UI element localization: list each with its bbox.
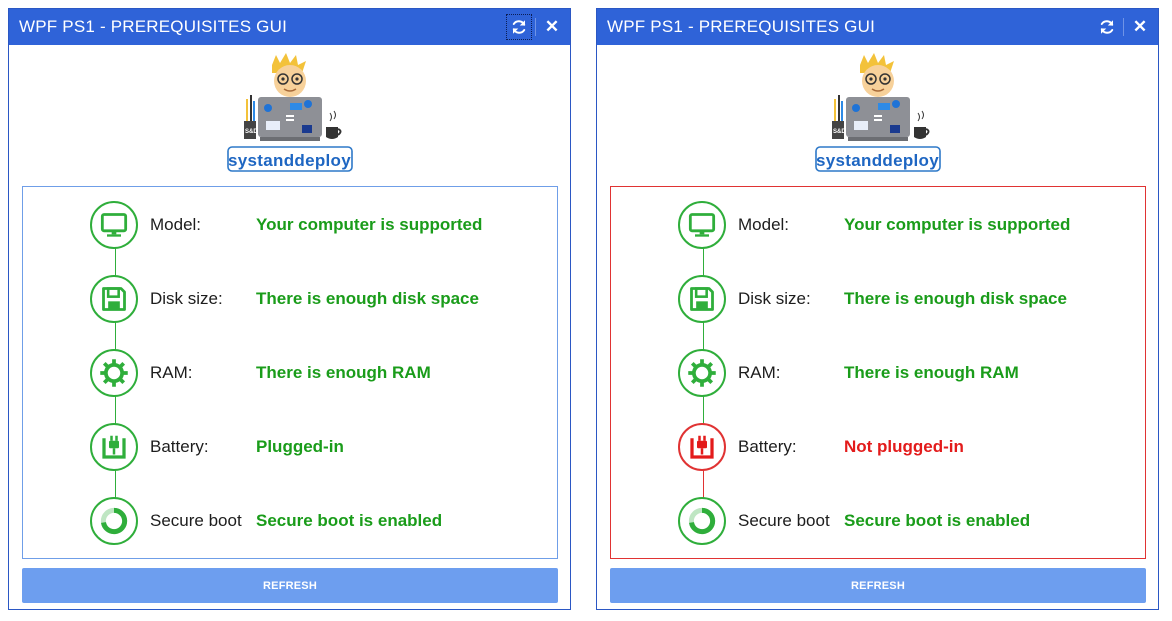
ram-status-badge (90, 349, 138, 397)
window-not-plugged: WPF PS1 - PREREQUISITES GUI ✕ S&D systan… (596, 8, 1159, 610)
window-title: WPF PS1 - PREREQUISITES GUI (19, 17, 287, 36)
check-row-battery: Battery: Not plugged-in (678, 421, 964, 473)
title-bar: WPF PS1 - PREREQUISITES GUI ✕ (597, 9, 1158, 45)
disk-status-badge (90, 275, 138, 323)
battery-status-badge (678, 423, 726, 471)
check-status: Your computer is supported (844, 215, 1071, 234)
check-label: RAM: (150, 363, 193, 382)
secure-boot-ring-icon (688, 507, 716, 535)
check-status: Secure boot is enabled (844, 511, 1031, 530)
monitor-icon (100, 213, 128, 237)
check-status: Secure boot is enabled (256, 511, 443, 530)
logo-text: systanddeploy (228, 151, 351, 170)
refresh-button[interactable]: REFRESH (610, 568, 1146, 603)
check-row-disk: Disk size: There is enough disk space (678, 273, 1067, 325)
gear-icon (100, 359, 128, 387)
refresh-icon (1100, 20, 1114, 34)
check-label: Disk size: (150, 289, 223, 308)
window-title: WPF PS1 - PREREQUISITES GUI (607, 17, 875, 36)
battery-status-badge (90, 423, 138, 471)
model-status-badge (90, 201, 138, 249)
check-label: Battery: (150, 437, 209, 456)
close-icon: ✕ (544, 17, 560, 36)
close-button[interactable]: ✕ (1126, 9, 1154, 45)
secure-boot-status-badge (90, 497, 138, 545)
check-row-secure-boot: Secure boot Secure boot is enabled (90, 495, 442, 547)
check-status: Your computer is supported (256, 215, 483, 234)
plug-icon (102, 435, 126, 459)
check-status: There is enough RAM (844, 363, 1019, 382)
title-bar: WPF PS1 - PREREQUISITES GUI ✕ (9, 9, 570, 45)
gear-icon (688, 359, 716, 387)
floppy-disk-icon (102, 287, 126, 311)
floppy-disk-icon (690, 287, 714, 311)
check-label: Model: (738, 215, 790, 234)
checks-panel: Model: Your computer is supported Disk s… (22, 186, 558, 559)
secure-boot-status-badge (678, 497, 726, 545)
logo: S&D systanddeploy (9, 51, 570, 181)
check-label: Battery: (738, 437, 797, 456)
check-label: RAM: (738, 363, 781, 382)
check-row-model: Model: Your computer is supported (678, 199, 1070, 251)
disk-status-badge (678, 275, 726, 323)
check-label: Model: (150, 215, 202, 234)
check-row-disk: Disk size: There is enough disk space (90, 273, 479, 325)
check-status: Plugged-in (256, 437, 344, 456)
check-row-battery: Battery: Plugged-in (90, 421, 344, 473)
check-label: Disk size: (738, 289, 811, 308)
svg-text:S&D: S&D (833, 129, 846, 135)
check-status: There is enough disk space (844, 289, 1067, 308)
titlebar-separator (1123, 18, 1124, 36)
titlebar-refresh-button[interactable] (1092, 9, 1122, 45)
logo: S&D systanddeploy (597, 51, 1158, 181)
monitor-icon (688, 213, 716, 237)
titlebar-refresh-button[interactable] (504, 9, 534, 45)
check-row-secure-boot: Secure boot Secure boot is enabled (678, 495, 1030, 547)
titlebar-separator (535, 18, 536, 36)
checks-panel: Model: Your computer is supported Disk s… (610, 186, 1146, 559)
check-row-ram: RAM: There is enough RAM (90, 347, 431, 399)
close-button[interactable]: ✕ (538, 9, 566, 45)
check-row-ram: RAM: There is enough RAM (678, 347, 1019, 399)
check-status: Not plugged-in (844, 437, 964, 456)
check-row-model: Model: Your computer is supported (90, 199, 482, 251)
logo-text: systanddeploy (816, 151, 939, 170)
check-label: Secure boot (150, 511, 242, 530)
refresh-icon (512, 20, 526, 34)
ram-status-badge (678, 349, 726, 397)
plug-icon (690, 435, 714, 459)
close-icon: ✕ (1132, 17, 1148, 36)
secure-boot-ring-icon (100, 507, 128, 535)
check-status: There is enough disk space (256, 289, 479, 308)
window-supported: WPF PS1 - PREREQUISITES GUI ✕ S&D systan… (8, 8, 571, 610)
check-status: There is enough RAM (256, 363, 431, 382)
refresh-button[interactable]: REFRESH (22, 568, 558, 603)
check-label: Secure boot (738, 511, 830, 530)
model-status-badge (678, 201, 726, 249)
svg-text:S&D: S&D (245, 129, 258, 135)
